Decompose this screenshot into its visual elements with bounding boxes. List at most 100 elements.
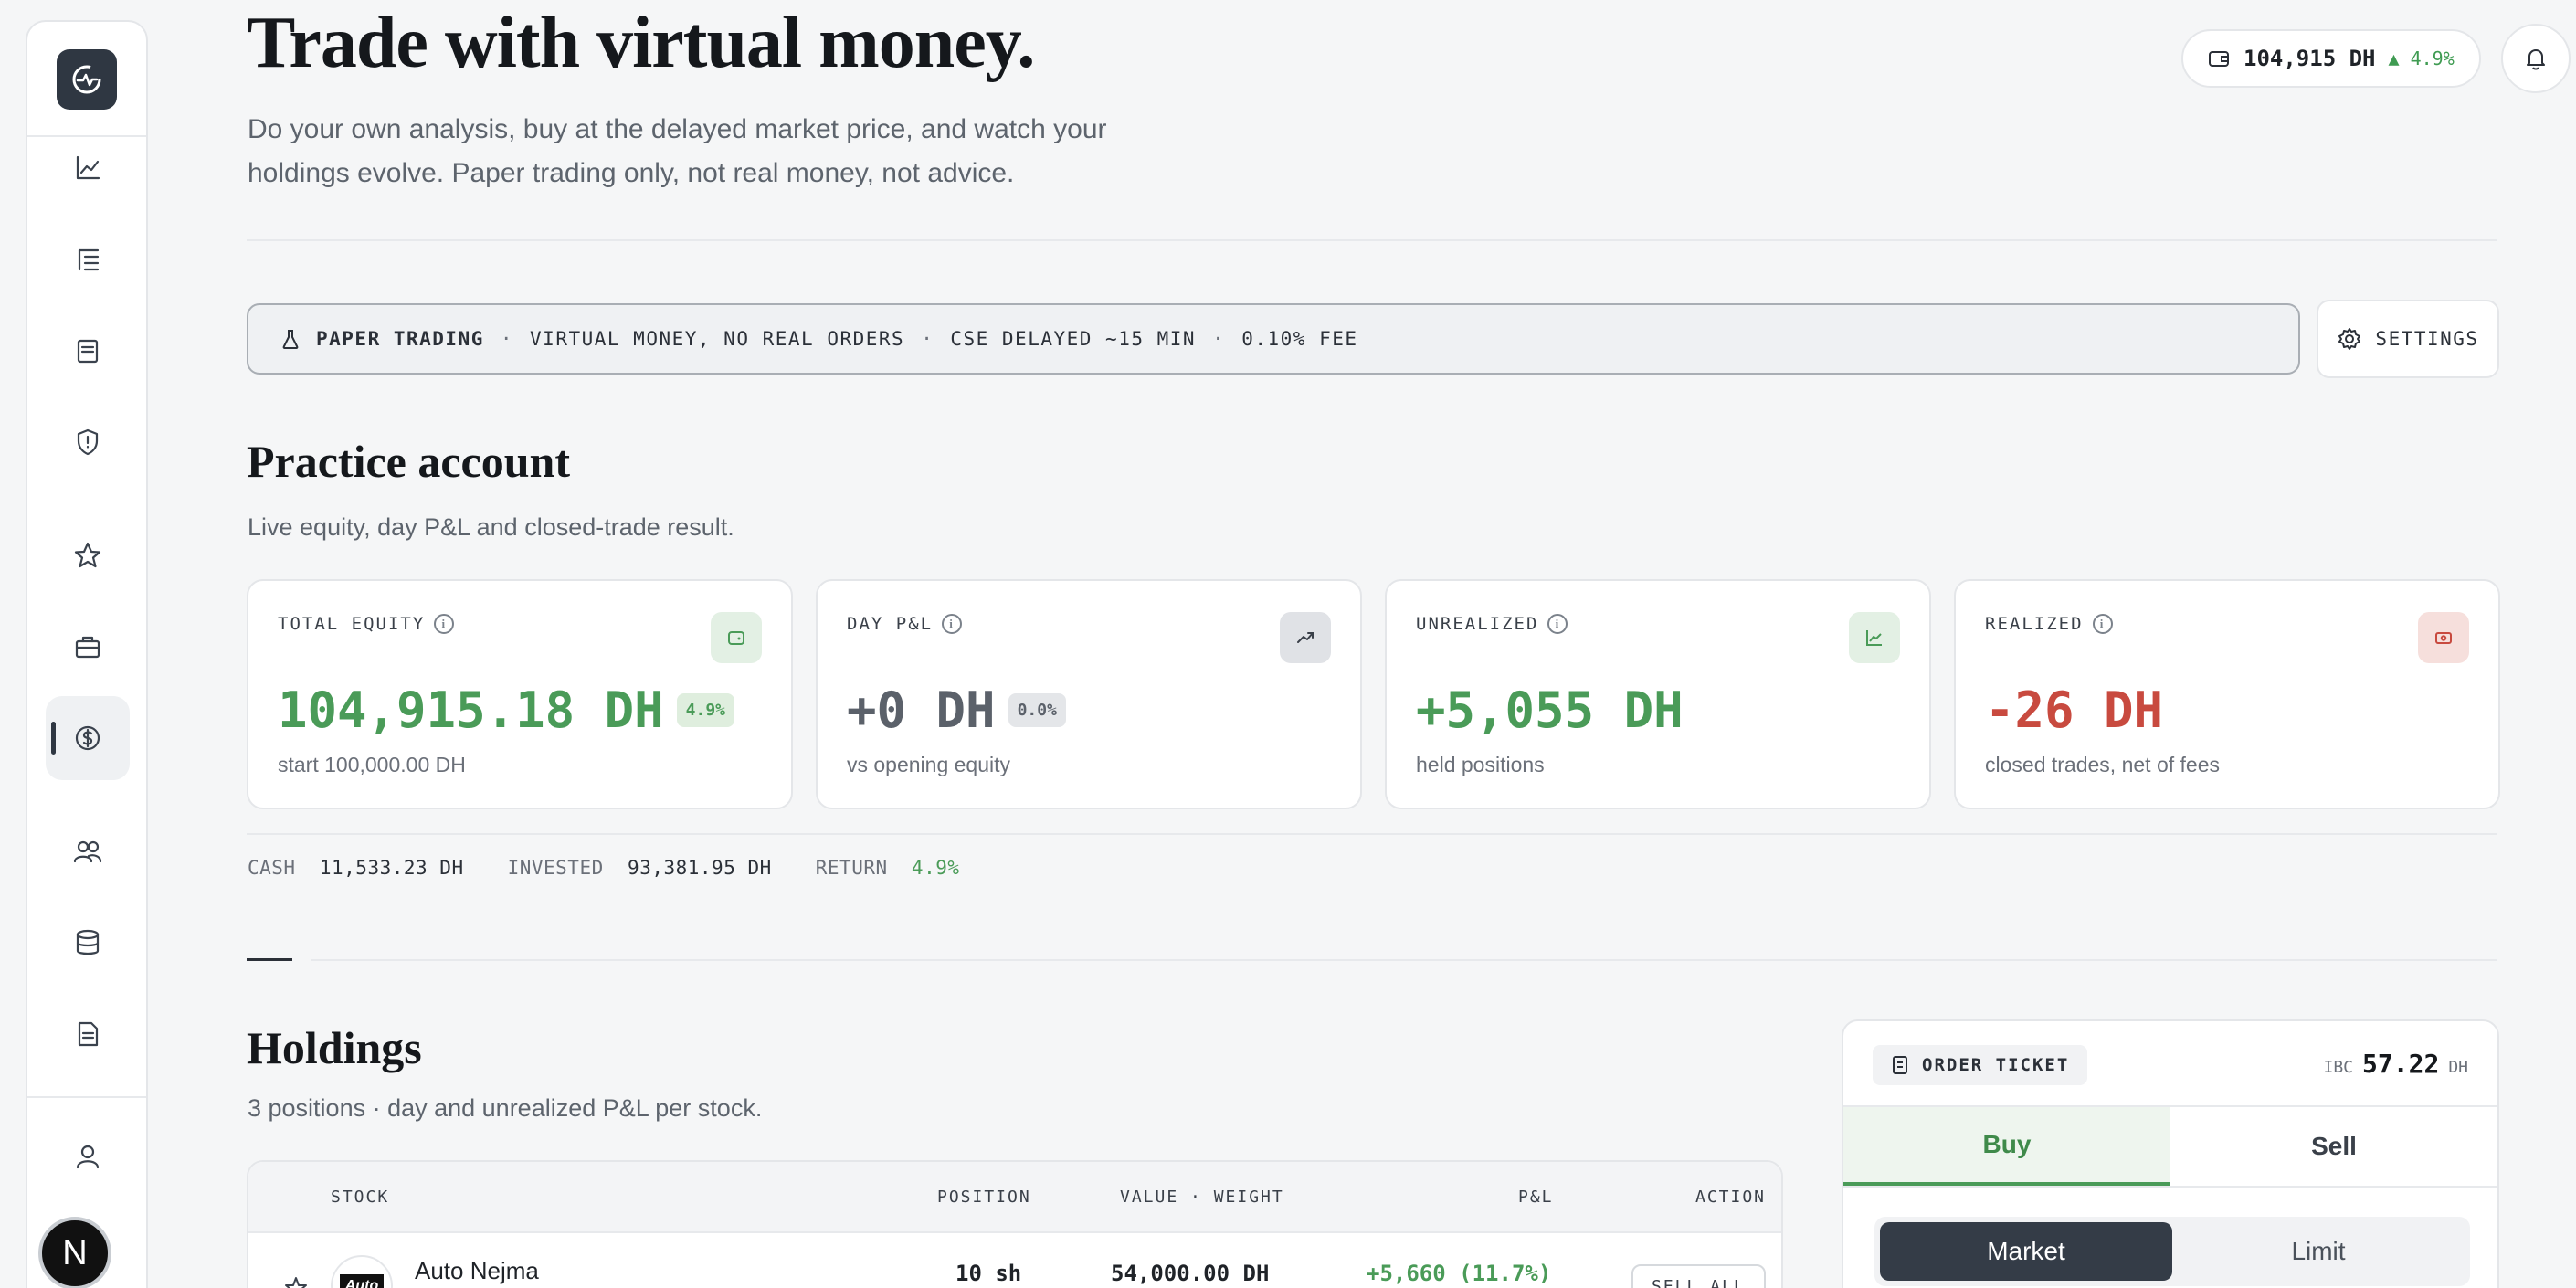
app-logo[interactable] [57,49,117,110]
ticket-price: IBC 57.22 DH [2324,1049,2469,1079]
info-icon[interactable]: i [1547,614,1568,634]
balance-pill[interactable]: 104,915 DH ▲ 4.9% [2181,29,2481,88]
banner-separator: · [921,328,934,350]
stat-label: INVESTED [507,857,604,879]
card-label: TOTAL EQUITY [278,614,426,634]
sidebar: N [26,20,148,1288]
star-icon [74,542,101,568]
flask-icon [282,330,299,349]
stat-label: CASH [248,857,296,879]
database-icon [76,929,100,955]
stock-name[interactable]: Auto Nejma [415,1257,539,1285]
sidebar-divider [27,1096,146,1098]
side-tabs: Buy Sell [1843,1105,2497,1188]
card-badge: 4.9% [676,693,734,727]
gear-icon [2338,328,2361,350]
card-day-pnl: DAY P&L i +0 DH 0.0% vs opening equity [816,579,1362,809]
banner-item: CSE DELAYED ~15 MIN [950,328,1197,350]
column-header[interactable]: STOCK [331,1188,389,1207]
nav-item-portfolio[interactable] [46,605,130,689]
wallet-icon [711,612,762,663]
holdings-table: STOCK POSITION VALUE · WEIGHT P&L ACTION… [247,1160,1783,1288]
stock-logo-text: Auto [339,1274,385,1288]
newspaper-icon [77,339,99,364]
nav-item-news[interactable] [46,309,130,393]
nav-item-paper-trading[interactable] [46,696,130,780]
trend-up-icon [1280,612,1331,663]
line-chart-icon [76,155,100,180]
info-icon[interactable]: i [2092,614,2113,634]
card-realized: REALIZED i -26 DH closed trades, net of f… [1954,579,2500,809]
settings-label: SETTINGS [2375,328,2479,350]
card-badge: 0.0% [1008,693,1066,727]
star-icon[interactable] [283,1275,309,1288]
section-subtitle-account: Live equity, day P&L and closed-trade re… [248,513,734,541]
avatar[interactable]: N [38,1217,111,1288]
users-icon [73,840,102,863]
ticket-title: ORDER TICKET [1873,1045,2088,1085]
ticket-ticker: IBC [2323,1058,2354,1077]
section-title-account: Practice account [247,436,571,487]
column-header[interactable]: ACTION [1695,1188,1766,1207]
order-type-toggle: Market Limit [1874,1217,2470,1286]
stat-invested: 93,381.95 DH [628,857,772,879]
section-marker [247,958,292,961]
column-header[interactable]: VALUE · WEIGHT [1120,1188,1284,1207]
banner-item: 0.10% FEE [1241,328,1358,350]
card-label: DAY P&L [847,614,934,634]
nav-item-reports[interactable] [46,992,130,1076]
table-header: STOCK POSITION VALUE · WEIGHT P&L ACTION [248,1162,1781,1233]
account-stats: CASH 11,533.23 DH INVESTED 93,381.95 DH … [248,857,960,879]
ticket-price-unit: DH [2448,1058,2468,1077]
banner-label: PAPER TRADING [316,328,484,350]
order-type-market[interactable]: Market [1880,1222,2172,1281]
nav-item-list[interactable] [46,217,130,301]
tab-buy[interactable]: Buy [1843,1107,2170,1186]
banner-separator: · [1212,328,1226,350]
card-note: closed trades, net of fees [1985,753,2220,776]
stock-logo: Auto [331,1255,393,1288]
paper-trading-banner: PAPER TRADING · VIRTUAL MONEY, NO REAL O… [247,303,2300,375]
stat-label: RETURN [815,857,888,879]
logo-icon [72,65,101,94]
nav-item-watchlist[interactable] [46,513,130,597]
column-header[interactable]: P&L [1518,1188,1554,1207]
nav-item-profile[interactable] [46,1114,130,1198]
nav-item-chart[interactable] [46,126,130,210]
divider [247,239,2497,241]
nav-item-data[interactable] [46,901,130,985]
divider [247,833,2497,835]
stat-return: 4.9% [911,857,960,879]
section-title-holdings: Holdings [247,1022,422,1073]
column-header[interactable]: POSITION [937,1188,1031,1207]
info-icon[interactable]: i [942,614,963,634]
card-value: +5,055 DH [1416,681,1684,739]
card-value: -26 DH [1985,681,2164,739]
tab-sell[interactable]: Sell [2170,1107,2497,1186]
notifications-button[interactable] [2501,24,2571,93]
balance-change: ▲ 4.9% [2388,48,2455,69]
section-subtitle-holdings: 3 positions · day and unrealized P&L per… [248,1094,763,1122]
pnl-value: +5,660 (11.7%) [1367,1261,1552,1286]
shield-icon [77,428,99,456]
nav-item-community[interactable] [46,809,130,893]
bell-icon [2527,49,2545,70]
card-label: UNREALIZED [1416,614,1539,634]
ticket-price-value: 57.22 [2362,1049,2440,1079]
page-title: Trade with virtual money. [247,3,1035,83]
cash-icon [2418,612,2469,663]
card-note: start 100,000.00 DH [278,753,466,776]
stat-cash: 11,533.23 DH [319,857,464,879]
settings-button[interactable]: SETTINGS [2317,300,2499,378]
card-total-equity: TOTAL EQUITY i 104,915.18 DH 4.9% start 1… [247,579,793,809]
card-value: +0 DH [847,681,996,739]
sell-all-button[interactable]: SELL ALL [1631,1264,1766,1288]
info-icon[interactable]: i [434,614,455,634]
card-label: REALIZED [1985,614,2084,634]
document-icon [78,1021,99,1047]
banner-separator: · [500,328,514,350]
card-note: vs opening equity [847,753,1011,776]
order-type-limit[interactable]: Limit [2172,1222,2465,1281]
user-icon [76,1145,100,1169]
nav-item-security[interactable] [46,400,130,484]
